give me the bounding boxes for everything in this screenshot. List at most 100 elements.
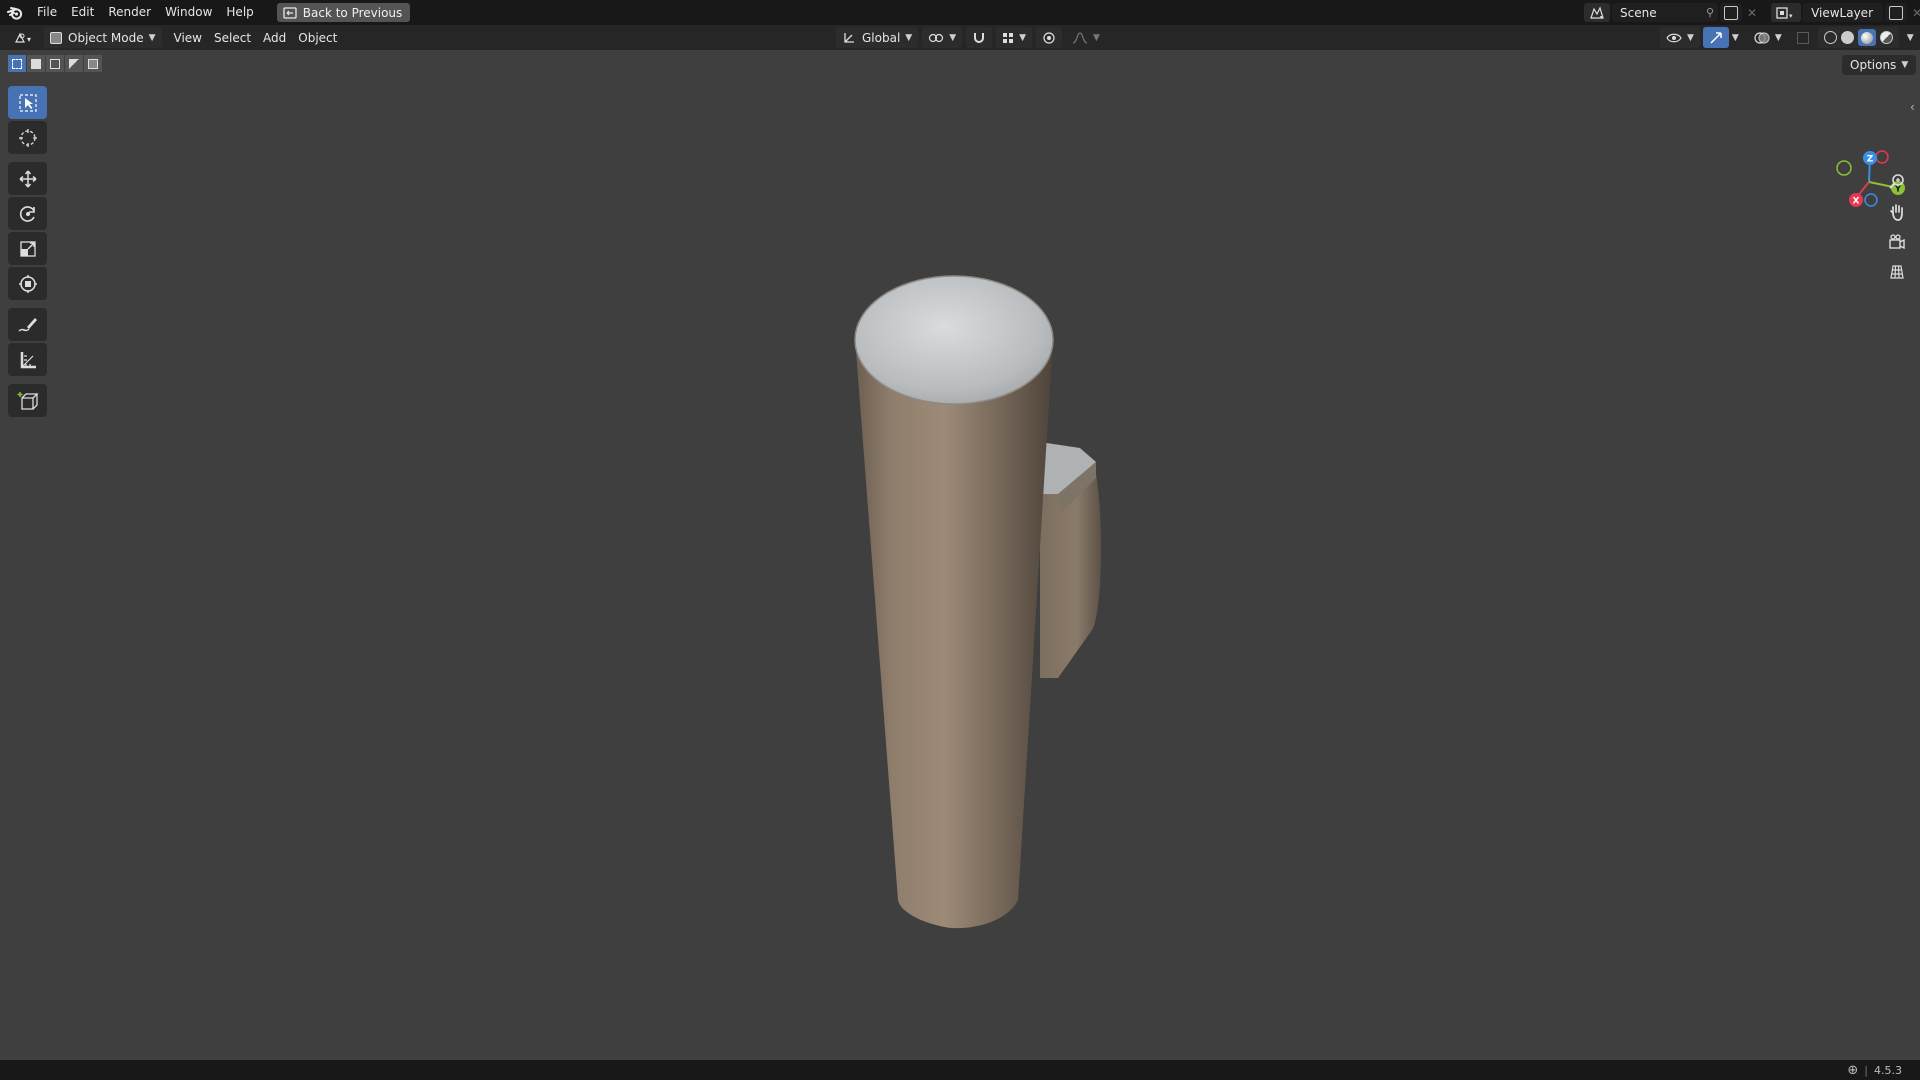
select-box-icon — [18, 93, 37, 112]
camera-view-button[interactable] — [1883, 228, 1911, 256]
transform-icon — [18, 274, 37, 293]
globe-icon[interactable]: ⊕ — [1847, 1063, 1858, 1078]
menu-help[interactable]: Help — [219, 0, 260, 25]
sidebar-toggle-chevron-icon[interactable]: ‹ — [1910, 100, 1915, 114]
grid-perspective-icon — [1890, 265, 1904, 279]
svg-text:▾: ▾ — [27, 35, 31, 44]
mode-dropdown[interactable]: Object Mode ▼ — [44, 27, 162, 48]
mode-label: Object Mode — [68, 30, 144, 45]
measure-tool[interactable] — [8, 343, 47, 376]
gizmo-icon — [1710, 31, 1722, 44]
menu-window[interactable]: Window — [158, 0, 219, 25]
selection-mode-buttons — [8, 55, 102, 72]
scene-browse-button[interactable]: ▾ — [1584, 3, 1610, 22]
viewport-header: ▾ Object Mode ▼ View Select Add Object G… — [0, 25, 1920, 50]
editor-type-button[interactable]: ▾ — [8, 27, 40, 48]
select-intersect-mode[interactable] — [84, 55, 102, 72]
scale-tool[interactable] — [8, 232, 47, 265]
add-cube-tool[interactable] — [8, 384, 47, 417]
object-mode-icon — [50, 31, 62, 44]
cursor-icon — [18, 128, 37, 147]
menu-edit[interactable]: Edit — [64, 0, 101, 25]
view-layer-name-field[interactable]: ViewLayer — [1803, 3, 1884, 22]
snap-toggle[interactable] — [966, 27, 993, 48]
transform-orientation-dropdown[interactable]: Global ▼ — [836, 27, 919, 48]
transform-tool[interactable] — [8, 267, 47, 300]
screen-back-icon — [283, 6, 297, 19]
menu-object[interactable]: Object — [292, 27, 343, 48]
3d-model-lamp — [854, 275, 1101, 929]
top-menu-bar: File Edit Render Window Help Back to Pre… — [0, 0, 1920, 25]
select-extend-mode[interactable] — [27, 55, 45, 72]
menu-add[interactable]: Add — [257, 27, 292, 48]
wireframe-shading-icon[interactable] — [1823, 31, 1837, 44]
cursor-tool[interactable] — [8, 121, 47, 154]
rendered-shading-icon[interactable] — [1879, 31, 1893, 44]
3d-viewport[interactable]: Z Y X — [0, 50, 1920, 1060]
solid-shading-icon[interactable] — [1840, 31, 1854, 44]
snap-grid-icon — [1003, 32, 1014, 43]
select-invert-icon — [69, 58, 79, 69]
chevron-down-icon: ▼ — [1093, 32, 1100, 43]
tool-shelf — [8, 86, 47, 419]
pivot-point-dropdown[interactable]: ▼ — [922, 27, 963, 48]
gizmo-options-chevron-icon[interactable]: ▼ — [1732, 33, 1739, 43]
falloff-dropdown[interactable]: ▼ — [1066, 27, 1106, 48]
blender-logo-icon[interactable] — [0, 0, 30, 25]
new-scene-button[interactable] — [1720, 3, 1742, 22]
add-cube-icon — [17, 391, 39, 410]
chevron-down-icon: ▼ — [148, 32, 156, 43]
pivot-icon — [929, 33, 944, 42]
select-box-tool[interactable] — [8, 86, 47, 119]
scene-name-field[interactable]: Scene ⚲ — [1612, 3, 1718, 22]
object-visibility-dropdown[interactable]: ▼ — [1660, 27, 1700, 48]
back-to-previous-button[interactable]: Back to Previous — [276, 3, 411, 22]
menu-select[interactable]: Select — [208, 27, 257, 48]
rotate-tool[interactable] — [8, 197, 47, 230]
move-icon — [19, 170, 36, 187]
options-dropdown[interactable]: Options ▼ — [1842, 55, 1917, 75]
annotate-tool[interactable] — [8, 308, 47, 341]
menu-view[interactable]: View — [168, 27, 208, 48]
material-preview-icon[interactable] — [1857, 29, 1876, 46]
camera-icon — [1889, 234, 1905, 250]
svg-text:▾: ▾ — [1600, 14, 1603, 20]
proportional-editing-toggle[interactable] — [1036, 27, 1063, 48]
select-new-icon — [12, 58, 22, 69]
scene-selector: ▾ Scene ⚲ ✕ ▾ ViewLayer ✕ — [1584, 3, 1920, 22]
pan-view-button[interactable] — [1883, 198, 1911, 226]
orthographic-toggle-button[interactable] — [1883, 258, 1911, 286]
menu-file[interactable]: File — [30, 0, 64, 25]
select-intersect-icon — [88, 58, 98, 69]
select-invert-mode[interactable] — [65, 55, 83, 72]
snap-target-dropdown[interactable]: ▼ — [996, 27, 1033, 48]
neg-x-axis-handle — [1875, 150, 1889, 164]
neg-z-axis-handle — [1864, 193, 1878, 207]
svg-text:▾: ▾ — [1789, 12, 1793, 20]
delete-view-layer-icon[interactable]: ✕ — [1912, 6, 1920, 20]
menu-render[interactable]: Render — [101, 0, 158, 25]
z-axis-label: Z — [1867, 155, 1874, 165]
hand-icon — [1890, 204, 1903, 221]
gizmo-toggle[interactable] — [1702, 27, 1729, 48]
measure-icon — [20, 351, 36, 368]
x-axis-label: X — [1853, 197, 1860, 207]
select-subtract-mode[interactable] — [46, 55, 64, 72]
pin-icon[interactable]: ⚲ — [1706, 6, 1714, 19]
chevron-down-icon: ▼ — [905, 32, 913, 43]
select-extend-icon — [31, 58, 41, 69]
shading-options-chevron-icon[interactable]: ▼ — [1907, 33, 1914, 43]
xray-toggle[interactable] — [1791, 27, 1815, 48]
version-label: 4.5.3 — [1874, 1063, 1902, 1077]
move-tool[interactable] — [8, 162, 47, 195]
zoom-view-button[interactable] — [1883, 168, 1911, 196]
select-new-mode[interactable] — [8, 55, 26, 72]
overlays-icon — [1754, 31, 1770, 44]
new-view-layer-button[interactable] — [1885, 3, 1908, 22]
view-layer-browse-button[interactable]: ▾ — [1771, 3, 1802, 22]
overlays-toggle[interactable]: ▼ — [1748, 27, 1788, 48]
select-subtract-icon — [50, 58, 60, 69]
falloff-curve-icon — [1072, 31, 1088, 44]
delete-scene-icon[interactable]: ✕ — [1747, 6, 1757, 20]
duplicate-icon — [1889, 5, 1904, 20]
